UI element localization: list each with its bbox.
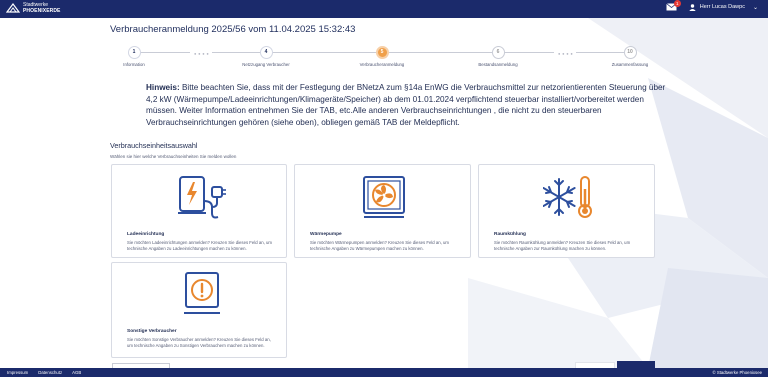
notice-label: Hinweis: (146, 83, 180, 92)
ev-charger-icon (178, 176, 226, 219)
card-title: Wärmepumpe (310, 232, 342, 237)
card-ladeeinrichtung[interactable]: Ladeeinrichtung Sie möchten Ladeeinricht… (111, 164, 287, 258)
card-title: Ladeeinrichtung (127, 232, 165, 237)
top-bar: Stadtwerke PHOENIXERDE 1 Herr Lucas Dawp… (0, 0, 768, 18)
footer-link-impressum[interactable]: Impressum (7, 370, 28, 375)
logo-line-2: PHOENIXERDE (23, 8, 61, 14)
step-number: 6 (491, 46, 505, 59)
section-title: Verbrauchseinheitsauswahl (110, 141, 198, 150)
step-label: Information (123, 62, 145, 67)
step-bestandsanmeldung[interactable]: 6 Bestandsanmeldung (468, 46, 528, 67)
footer-link-datenschutz[interactable]: Datenschutz (38, 370, 62, 375)
phoenix-logo-icon (6, 3, 20, 13)
snowflake-thermometer-icon (543, 176, 592, 218)
stepper-dots: ● ● ● ● (558, 51, 574, 56)
chevron-down-icon[interactable]: ⌄ (753, 4, 758, 11)
card-title: Sonstige Verbraucher (127, 329, 177, 334)
step-label: Verbraucheranmeldung (359, 62, 405, 67)
heat-pump-icon (363, 176, 405, 218)
mail-badge: 1 (673, 0, 681, 7)
notice-text: Hinweis: Bitte beachten Sie, dass mit de… (146, 82, 666, 128)
step-number: 1 (127, 46, 141, 59)
footer-link-agb[interactable]: AGB (72, 370, 81, 375)
footer: Impressum Datenschutz AGB © Stadtwerke P… (0, 368, 768, 377)
step-information[interactable]: 1 Information (104, 46, 164, 67)
card-title: Raumkühlung (494, 232, 526, 237)
page-title: Verbraucheranmeldung 2025/56 vom 11.04.2… (110, 24, 356, 35)
notice-body: Bitte beachten Sie, dass mit der Festleg… (146, 83, 666, 127)
user-icon (689, 3, 696, 11)
progress-stepper: ● ● ● ● ● ● ● ● 1 Information 4 Netzzuga… (110, 46, 658, 74)
step-zusammenfassung[interactable]: 10 Zusammenfassung (600, 46, 660, 67)
mail-button[interactable]: 1 (665, 0, 681, 11)
card-description: Sie möchten Ladeeinrichtungen anmelden? … (127, 240, 272, 251)
section-subtitle: Wählen sie hier welche Verbrauchseinheit… (110, 154, 237, 159)
card-sonstige-verbraucher[interactable]: Sonstige Verbraucher Sie möchten Sonstig… (111, 262, 287, 358)
exclamation-circle-icon (184, 272, 220, 314)
step-label: Netzzugang Verbraucher (242, 62, 290, 67)
card-description: Sie möchten Sonstige Verbraucher anmelde… (127, 337, 271, 348)
step-verbraucheranmeldung[interactable]: 5 Verbraucheranmeldung (352, 46, 412, 67)
card-raumkuehlung[interactable]: Raumkühlung Sie möchten Raumkühlung anme… (478, 164, 655, 258)
step-number: 4 (259, 46, 273, 59)
user-name[interactable]: Herr Lucas Dawpc (700, 4, 745, 10)
step-label: Zusammenfassung (611, 62, 649, 67)
stadtwerke-logo[interactable]: Stadtwerke PHOENIXERDE (6, 2, 61, 14)
card-waermepumpe[interactable]: Wärmepumpe Sie möchten Wärmepumpen anmel… (294, 164, 471, 258)
step-number: 10 (623, 46, 637, 59)
card-description: Sie möchten Raumkühlung anmelden? Kreuze… (494, 240, 631, 251)
footer-copyright: © Stadtwerke Phoenixsee (712, 370, 762, 375)
step-label: Bestandsanmeldung (478, 62, 518, 67)
card-description: Sie möchten Wärmepumpen anmelden? Kreuze… (310, 240, 450, 251)
step-number: 5 (375, 46, 389, 59)
stepper-dots: ● ● ● ● (194, 51, 210, 56)
step-netzzugang[interactable]: 4 Netzzugang Verbraucher (236, 46, 296, 67)
